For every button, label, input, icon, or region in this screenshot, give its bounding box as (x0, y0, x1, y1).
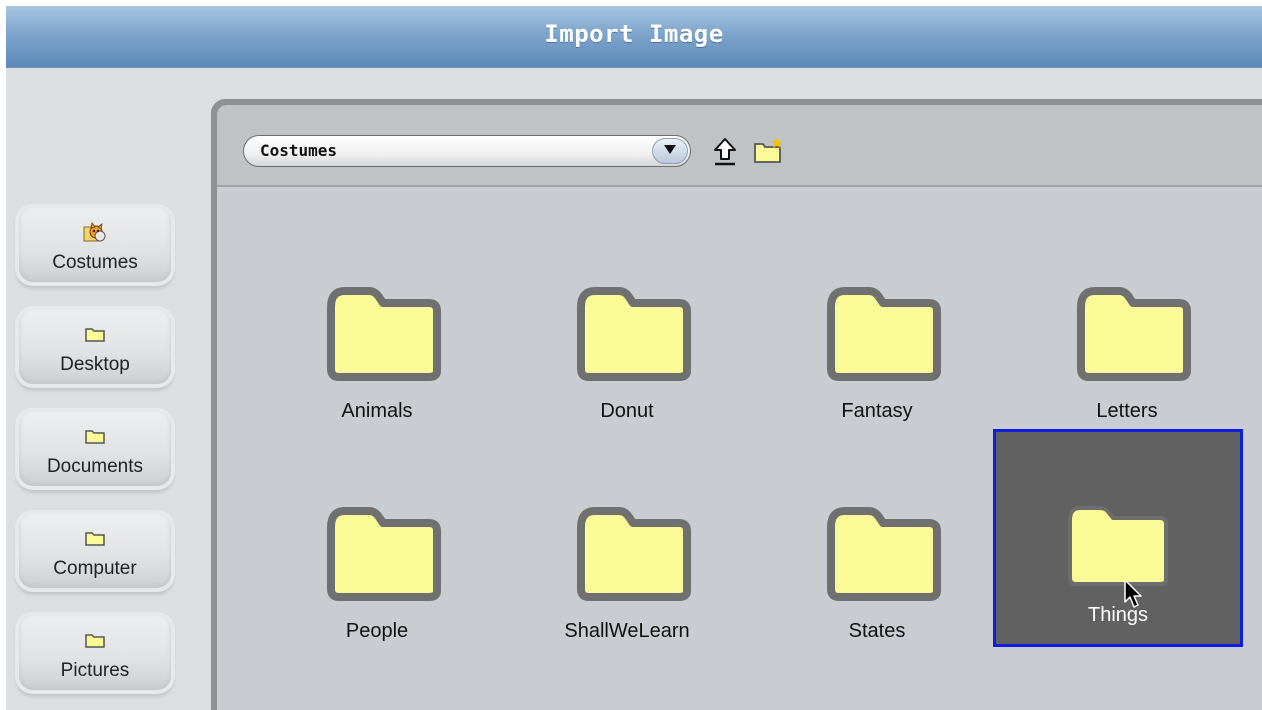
sidebar-item-costumes[interactable]: Costumes (19, 208, 171, 282)
folder-icon (85, 632, 105, 652)
path-dropdown[interactable]: Costumes (243, 135, 691, 167)
folder-icon (327, 287, 441, 381)
sidebar-item-label: Desktop (60, 354, 130, 375)
folder-label: Donut (600, 400, 654, 422)
folder-item-things[interactable]: Things (993, 429, 1243, 647)
sidebar-item-label: Documents (46, 456, 144, 477)
folder-item-states[interactable]: States (752, 445, 1002, 663)
sidebar-item-label: Pictures (60, 660, 130, 681)
folder-label: Letters (1096, 400, 1158, 422)
file-browser-inner: Costumes Animals Donut Fantasy Letters P… (217, 105, 1262, 710)
folder-label: Fantasy (841, 400, 913, 422)
folder-icon (85, 428, 105, 448)
folder-item-letters[interactable]: Letters (1002, 225, 1252, 443)
sidebar-item-pictures[interactable]: Pictures (19, 616, 171, 690)
sidebar-item-computer[interactable]: Computer (19, 514, 171, 588)
folder-icon (827, 507, 941, 601)
sidebar-item-desktop[interactable]: Desktop (19, 310, 171, 384)
folder-icon (85, 530, 105, 550)
dropdown-arrow-icon[interactable] (652, 138, 688, 164)
up-arrow-icon[interactable] (713, 137, 737, 171)
folder-label: States (848, 620, 906, 642)
folder-item-animals[interactable]: Animals (252, 225, 502, 443)
dialog-title: Import Image (544, 20, 724, 48)
title-bar[interactable]: Import Image (6, 6, 1262, 68)
folder-item-people[interactable]: People (252, 445, 502, 663)
folder-label: Animals (341, 400, 413, 422)
sidebar-item-documents[interactable]: Documents (19, 412, 171, 486)
import-image-dialog: Import Image Costumes Desktop Documents (6, 6, 1262, 710)
folder-label: Things (1087, 604, 1149, 626)
folder-icon (1068, 506, 1168, 586)
folder-label: ShallWeLearn (564, 620, 690, 642)
folder-icon (827, 287, 941, 381)
folder-icon (1077, 287, 1191, 381)
folder-item-shallwelearn[interactable]: ShallWeLearn (502, 445, 752, 663)
new-folder-icon[interactable] (752, 135, 786, 169)
folder-icon (327, 507, 441, 601)
costumes-cat-icon (83, 222, 107, 248)
path-dropdown-value: Costumes (260, 141, 338, 160)
folder-item-donut[interactable]: Donut (502, 225, 752, 443)
folder-icon (577, 287, 691, 381)
sidebar-item-label: Computer (53, 558, 137, 579)
folder-item-fantasy[interactable]: Fantasy (752, 225, 1002, 443)
path-toolbar: Costumes (217, 105, 1262, 187)
file-browser-panel: Costumes Animals Donut Fantasy Letters P… (211, 99, 1262, 710)
folder-icon (577, 507, 691, 601)
folder-icon (85, 326, 105, 346)
folder-label: People (345, 620, 409, 642)
sidebar-item-label: Costumes (52, 252, 138, 273)
